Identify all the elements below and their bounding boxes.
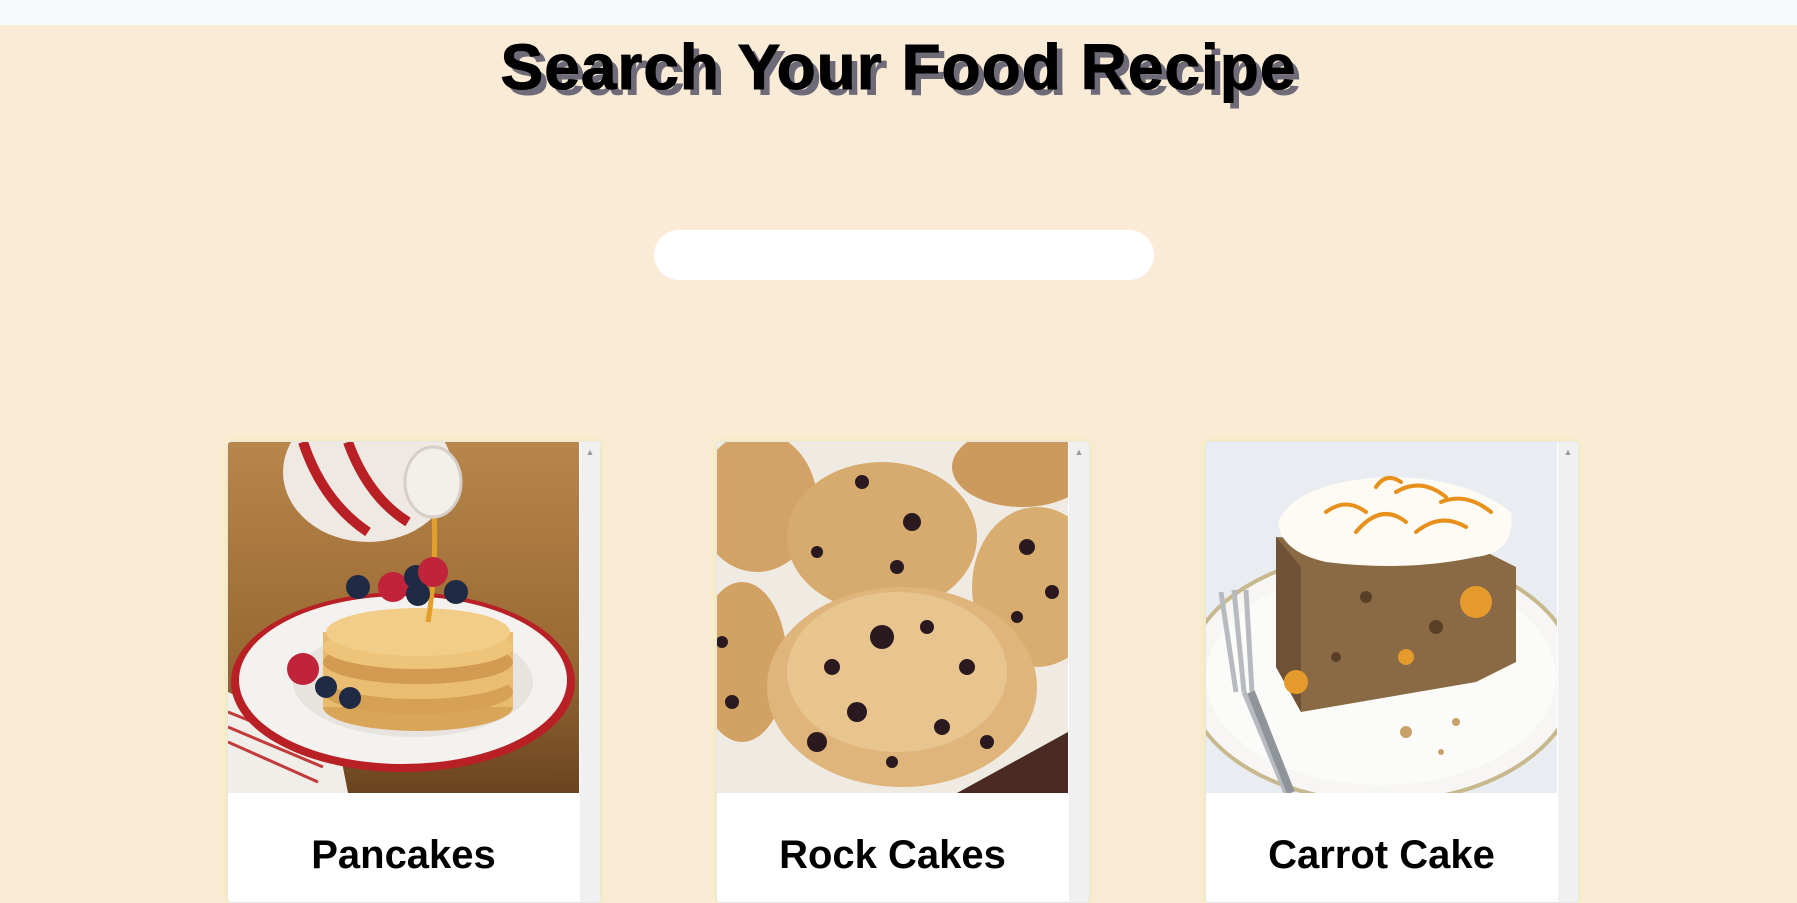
recipe-name: Pancakes [311, 833, 496, 877]
scroll-up-arrow-icon[interactable]: ▲ [1069, 446, 1089, 458]
recipe-card-carrot-cake[interactable]: Carrot Cake ▲ [1205, 441, 1579, 903]
card-scrollbar[interactable]: ▲ [1558, 442, 1578, 902]
pancakes-image [228, 442, 579, 793]
card-scrollbar[interactable]: ▲ [1069, 442, 1089, 902]
browser-top-strip [0, 0, 1797, 25]
recipe-card-pancakes[interactable]: Pancakes ▲ [227, 441, 601, 903]
recipe-card-rock-cakes[interactable]: Rock Cakes ▲ [716, 441, 1090, 903]
recipe-name: Carrot Cake [1268, 833, 1495, 877]
scroll-up-arrow-icon[interactable]: ▲ [580, 446, 600, 458]
search-input[interactable] [654, 230, 1154, 280]
carrot-cake-image [1206, 442, 1557, 793]
scroll-up-arrow-icon[interactable]: ▲ [1558, 446, 1578, 458]
card-scrollbar[interactable]: ▲ [580, 442, 600, 902]
recipe-name: Rock Cakes [779, 833, 1006, 877]
page-title: Search Your Food Recipe [500, 31, 1297, 104]
rock-cakes-image [717, 442, 1068, 793]
